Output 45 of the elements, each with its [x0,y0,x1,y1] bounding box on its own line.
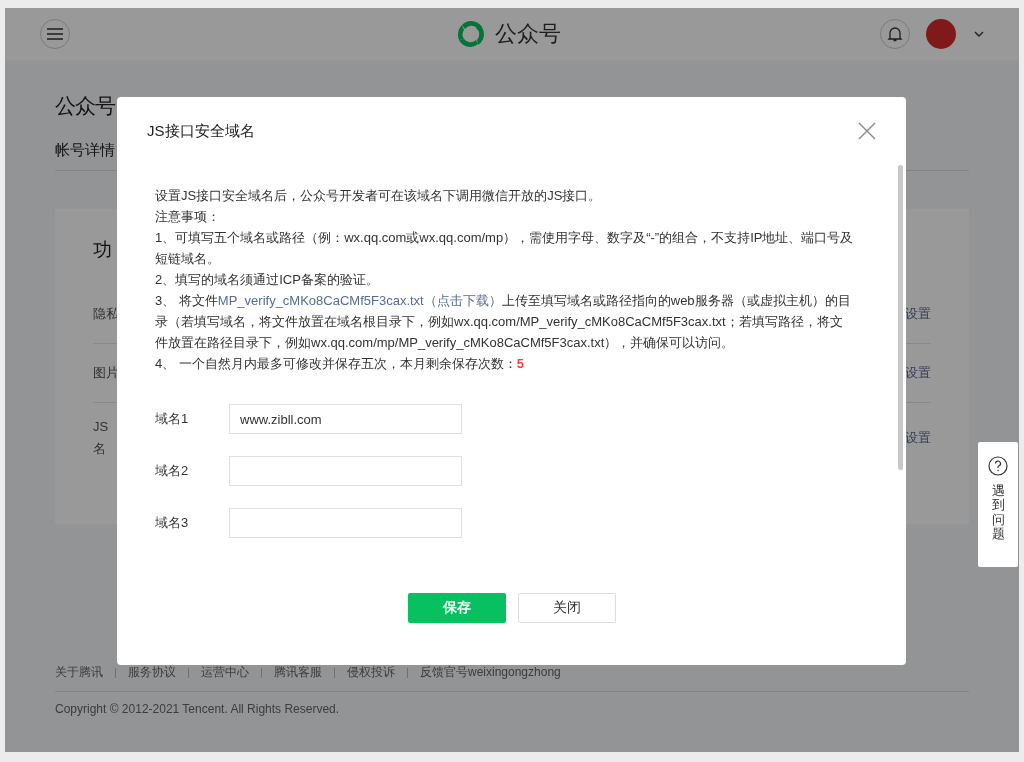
avatar[interactable] [926,19,956,49]
domain-input[interactable] [229,456,462,486]
note-text: 2、填写的域名须通过ICP备案的验证。 [155,271,380,289]
note-text: 4、 一个自然月内最多可修改并保存五次，本月剩余保存次数：5 [155,355,526,373]
menu-button[interactable] [40,19,70,49]
field-label: 域名1 [155,410,190,428]
menu-icon [47,28,63,40]
row-label: 图片 [93,364,119,382]
save-button[interactable]: 保存 [407,593,506,623]
close-icon[interactable] [858,122,876,140]
row-label: JS [93,418,109,436]
field-label: 域名2 [155,462,190,480]
chevron-down-icon[interactable] [974,31,984,37]
domain-input[interactable]: www.zibll.com [229,404,462,434]
note-text: 3、 将文件MP_verify_cMKo8CaCMf5F3cax.txt（点击下载）上传至填写域名或路径指向的web服务器（或虚拟主机）的目录（若填写域名，将文件放置在域名根目录下，例如wx.qq.com/MP_verify_cMKo8CaCMf5F3cax.txt；若填写路径，将文件放置在路径目录下，例如wx.qq.com/mp/MP_verify_cMKo8CaCMf5F3cax.txt），并确保可以访问。 [155,292,852,352]
notification-button[interactable] [880,19,910,49]
settings-link[interactable]: 设置 [905,364,931,382]
close-button[interactable]: 关闭 [517,593,616,623]
settings-link[interactable]: 设置 [905,305,931,323]
footer-link[interactable]: 关于腾讯 [55,664,103,681]
note-text: 注意事项： [155,208,221,226]
copyright-text: Copyright © 2012-2021 Tencent. All Rights Reserved. [55,702,341,716]
card-title: 功 [93,238,112,262]
row-label: 名 [93,440,107,458]
note-text: 1、可填写五个域名或路径（例：wx.qq.com或wx.qq.com/mp），需使用字母、数字及“-”的组合，不支持IP地址、端口号及短链域名。 [155,229,855,268]
help-label: 遇到问题 [991,484,1005,542]
domain-input[interactable] [229,508,462,538]
help-widget[interactable]: 遇到问题 [978,442,1018,567]
footer-link[interactable]: 侵权投诉 [347,664,395,681]
download-link[interactable]: MP_verify_cMKo8CaCMf5F3cax.txt（点击下载） [217,293,502,308]
bell-icon [887,26,903,42]
tab[interactable]: 帐号详情 [55,140,115,169]
footer-link[interactable]: 运营中心 [201,664,249,681]
footer-link[interactable]: 反馈官号weixingongzhong [420,664,561,681]
settings-link[interactable]: 设置 [905,429,931,447]
question-icon [988,456,1008,476]
footer-link[interactable]: 腾讯客服 [274,664,322,681]
note-text: 设置JS接口安全域名后，公众号开发者可在该域名下调用微信开放的JS接口。 [155,187,603,205]
page-title: 公众号 [55,93,115,119]
footer-link[interactable]: 服务协议 [128,664,176,681]
logo-icon [455,18,487,50]
scrollbar[interactable] [898,165,903,470]
dialog-title: JS接口安全域名 [147,121,255,141]
field-label: 域名3 [155,514,190,532]
brand-name: 公众号 [495,20,561,48]
